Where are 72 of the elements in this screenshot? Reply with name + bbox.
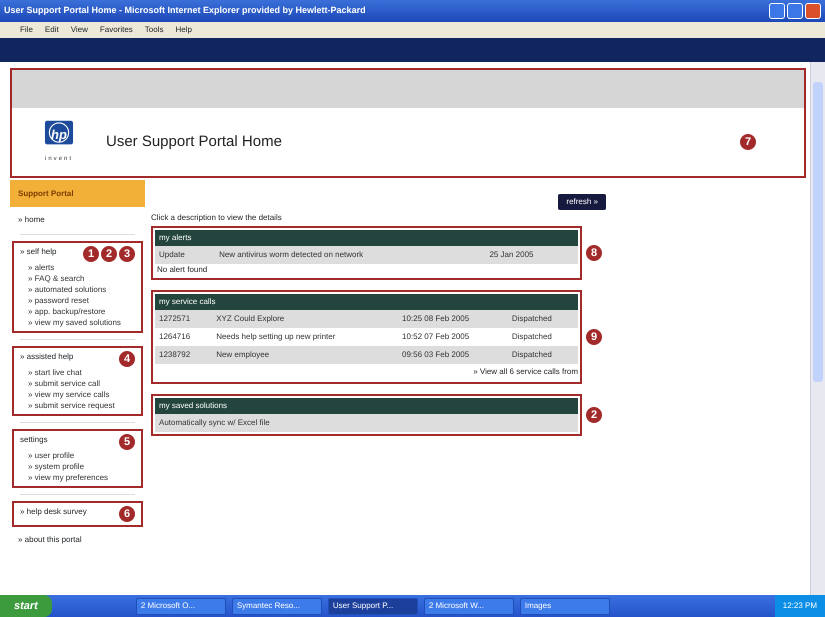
scrollbar[interactable] — [810, 62, 825, 595]
table-link[interactable]: XYZ Could Explore — [216, 314, 284, 323]
callout-number: 7 — [740, 134, 756, 150]
panel-title: my saved solutions — [155, 398, 578, 414]
table-cell: Dispatched — [508, 346, 578, 364]
minimize-button[interactable] — [769, 3, 785, 19]
sidebar-link[interactable]: » password reset — [20, 295, 135, 306]
panel-title: my service calls — [155, 294, 578, 310]
menu-item[interactable]: Help — [175, 24, 192, 36]
table-cell: Dispatched — [508, 310, 578, 328]
logo-text: hp — [51, 126, 67, 144]
table-cell: 25 Jan 2005 — [485, 246, 578, 264]
sidebar-link[interactable]: » alerts — [20, 262, 135, 273]
callout-number: 5 — [119, 434, 135, 450]
taskbar-button[interactable]: Images — [520, 598, 610, 614]
view-all-link[interactable]: » View all 6 service calls from — [473, 366, 578, 378]
sidebar-link[interactable]: » submit service call — [20, 378, 135, 389]
sidebar-link[interactable]: » user profile — [20, 450, 135, 461]
table-link[interactable]: Automatically sync w/ Excel file — [159, 418, 270, 427]
sidebar-link[interactable]: » FAQ & search — [20, 273, 135, 284]
menu-item[interactable]: File — [20, 24, 33, 36]
menu-item[interactable]: Favorites — [100, 24, 133, 36]
table-cell: Dispatched — [508, 328, 578, 346]
menu-item[interactable]: Edit — [44, 24, 59, 36]
taskbar-button[interactable]: User Support P... — [328, 598, 418, 614]
sidebar-link[interactable]: » submit service request — [20, 400, 135, 411]
sidebar-link[interactable]: » help desk survey — [20, 506, 87, 517]
instruction-text: Click a description to view the details — [151, 212, 283, 224]
callout-number: 8 — [586, 245, 602, 261]
sidebar-link[interactable]: » home — [18, 214, 45, 225]
callout-number: 2 — [586, 407, 602, 423]
table-cell: 1272571 — [155, 310, 212, 328]
sidebar-link[interactable]: » start live chat — [20, 367, 135, 378]
sidebar-link[interactable]: » view my saved solutions — [20, 317, 135, 328]
sidebar-link[interactable]: » system profile — [20, 461, 135, 472]
taskbar-button[interactable]: 2 Microsoft O... — [136, 598, 226, 614]
page-title: User Support Portal Home — [106, 132, 282, 152]
table-link[interactable]: New employee — [216, 350, 270, 359]
sidebar-link[interactable]: » assisted help — [20, 351, 74, 362]
callout-number: 6 — [119, 506, 135, 522]
table-cell: 10:25 08 Feb 2005 — [398, 310, 508, 328]
sidebar-link[interactable]: » about this portal — [18, 534, 82, 545]
menu-item[interactable]: View — [70, 24, 88, 36]
maximize-button[interactable] — [787, 3, 803, 19]
callout-number: 3 — [119, 246, 135, 262]
empty-note: No alert found — [156, 264, 208, 276]
menu-item[interactable]: Tools — [144, 24, 164, 36]
panel-title: my alerts — [155, 230, 578, 246]
sidebar-link[interactable]: » view my service calls — [20, 389, 135, 400]
callout-number: 4 — [119, 351, 135, 367]
table-cell: 1264716 — [155, 328, 212, 346]
taskbar-button[interactable]: 2 Microsoft W... — [424, 598, 514, 614]
refresh-button[interactable]: refresh » — [558, 194, 606, 210]
callout-number: 1 — [83, 246, 99, 262]
taskbar-button[interactable]: Symantec Reso... — [232, 598, 322, 614]
start-button[interactable]: start — [0, 595, 52, 617]
callout-number: 2 — [101, 246, 117, 262]
table-cell: Update — [155, 246, 216, 264]
clock: 12:23 PM — [782, 600, 817, 612]
sidebar-link[interactable]: » self help — [20, 246, 56, 257]
callout-number: 9 — [586, 329, 602, 345]
window-title: User Support Portal Home - Microsoft Internet Explorer provided by Hewlett-Packard — [4, 4, 366, 18]
sidebar-link[interactable]: » app. backup/restore — [20, 306, 135, 317]
sidebar-link[interactable]: settings — [20, 434, 48, 445]
sidebar-link[interactable]: » automated solutions — [20, 284, 135, 295]
table-cell: 1238792 — [155, 346, 212, 364]
table-cell: 09:56 03 Feb 2005 — [398, 346, 508, 364]
table-link[interactable]: Needs help setting up new printer — [216, 332, 336, 341]
close-button[interactable] — [805, 3, 821, 19]
sidebar-link[interactable]: » view my preferences — [20, 472, 135, 483]
sidebar-title: Support Portal — [10, 180, 145, 207]
table-cell: 10:52 07 Feb 2005 — [398, 328, 508, 346]
